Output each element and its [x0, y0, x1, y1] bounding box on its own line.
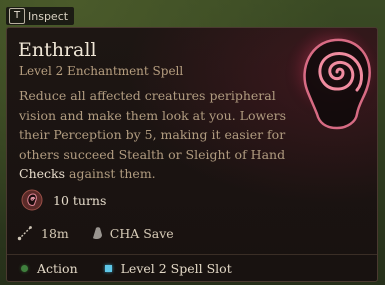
spell-tooltip: Enthrall Level 2 Enchantment Spell Reduc…: [6, 27, 378, 282]
checks-keyword[interactable]: Checks: [19, 166, 65, 181]
spell-description: Reduce all affected creatures peripheral…: [19, 86, 309, 184]
range-text: 18m: [41, 225, 69, 241]
save-text: CHA Save: [109, 225, 174, 241]
inspect-bar[interactable]: T Inspect: [6, 7, 75, 25]
duration-text: 10 turns: [53, 192, 107, 208]
stats-row: 18m CHA Save: [17, 225, 174, 241]
spell-title: Enthrall: [18, 39, 97, 61]
duration-row: 10 turns: [21, 189, 106, 211]
keybind-badge: T: [9, 8, 25, 24]
action-cost-text: Action: [37, 261, 78, 276]
description-text: Reduce all affected creatures peripheral…: [19, 88, 286, 162]
save-throw-icon: [92, 227, 102, 239]
duration-icon: [21, 189, 43, 211]
range-icon: [17, 226, 32, 241]
inspect-label: Inspect: [28, 9, 69, 23]
divider: [7, 254, 377, 255]
action-resource-icon: [21, 265, 28, 272]
spell-subtitle: Level 2 Enchantment Spell: [19, 64, 184, 78]
spell-slot-icon: [104, 265, 112, 272]
cost-row: Action Level 2 Spell Slot: [21, 261, 232, 276]
spell-slot-text: Level 2 Spell Slot: [120, 261, 232, 276]
description-text-end: against them.: [65, 166, 156, 181]
